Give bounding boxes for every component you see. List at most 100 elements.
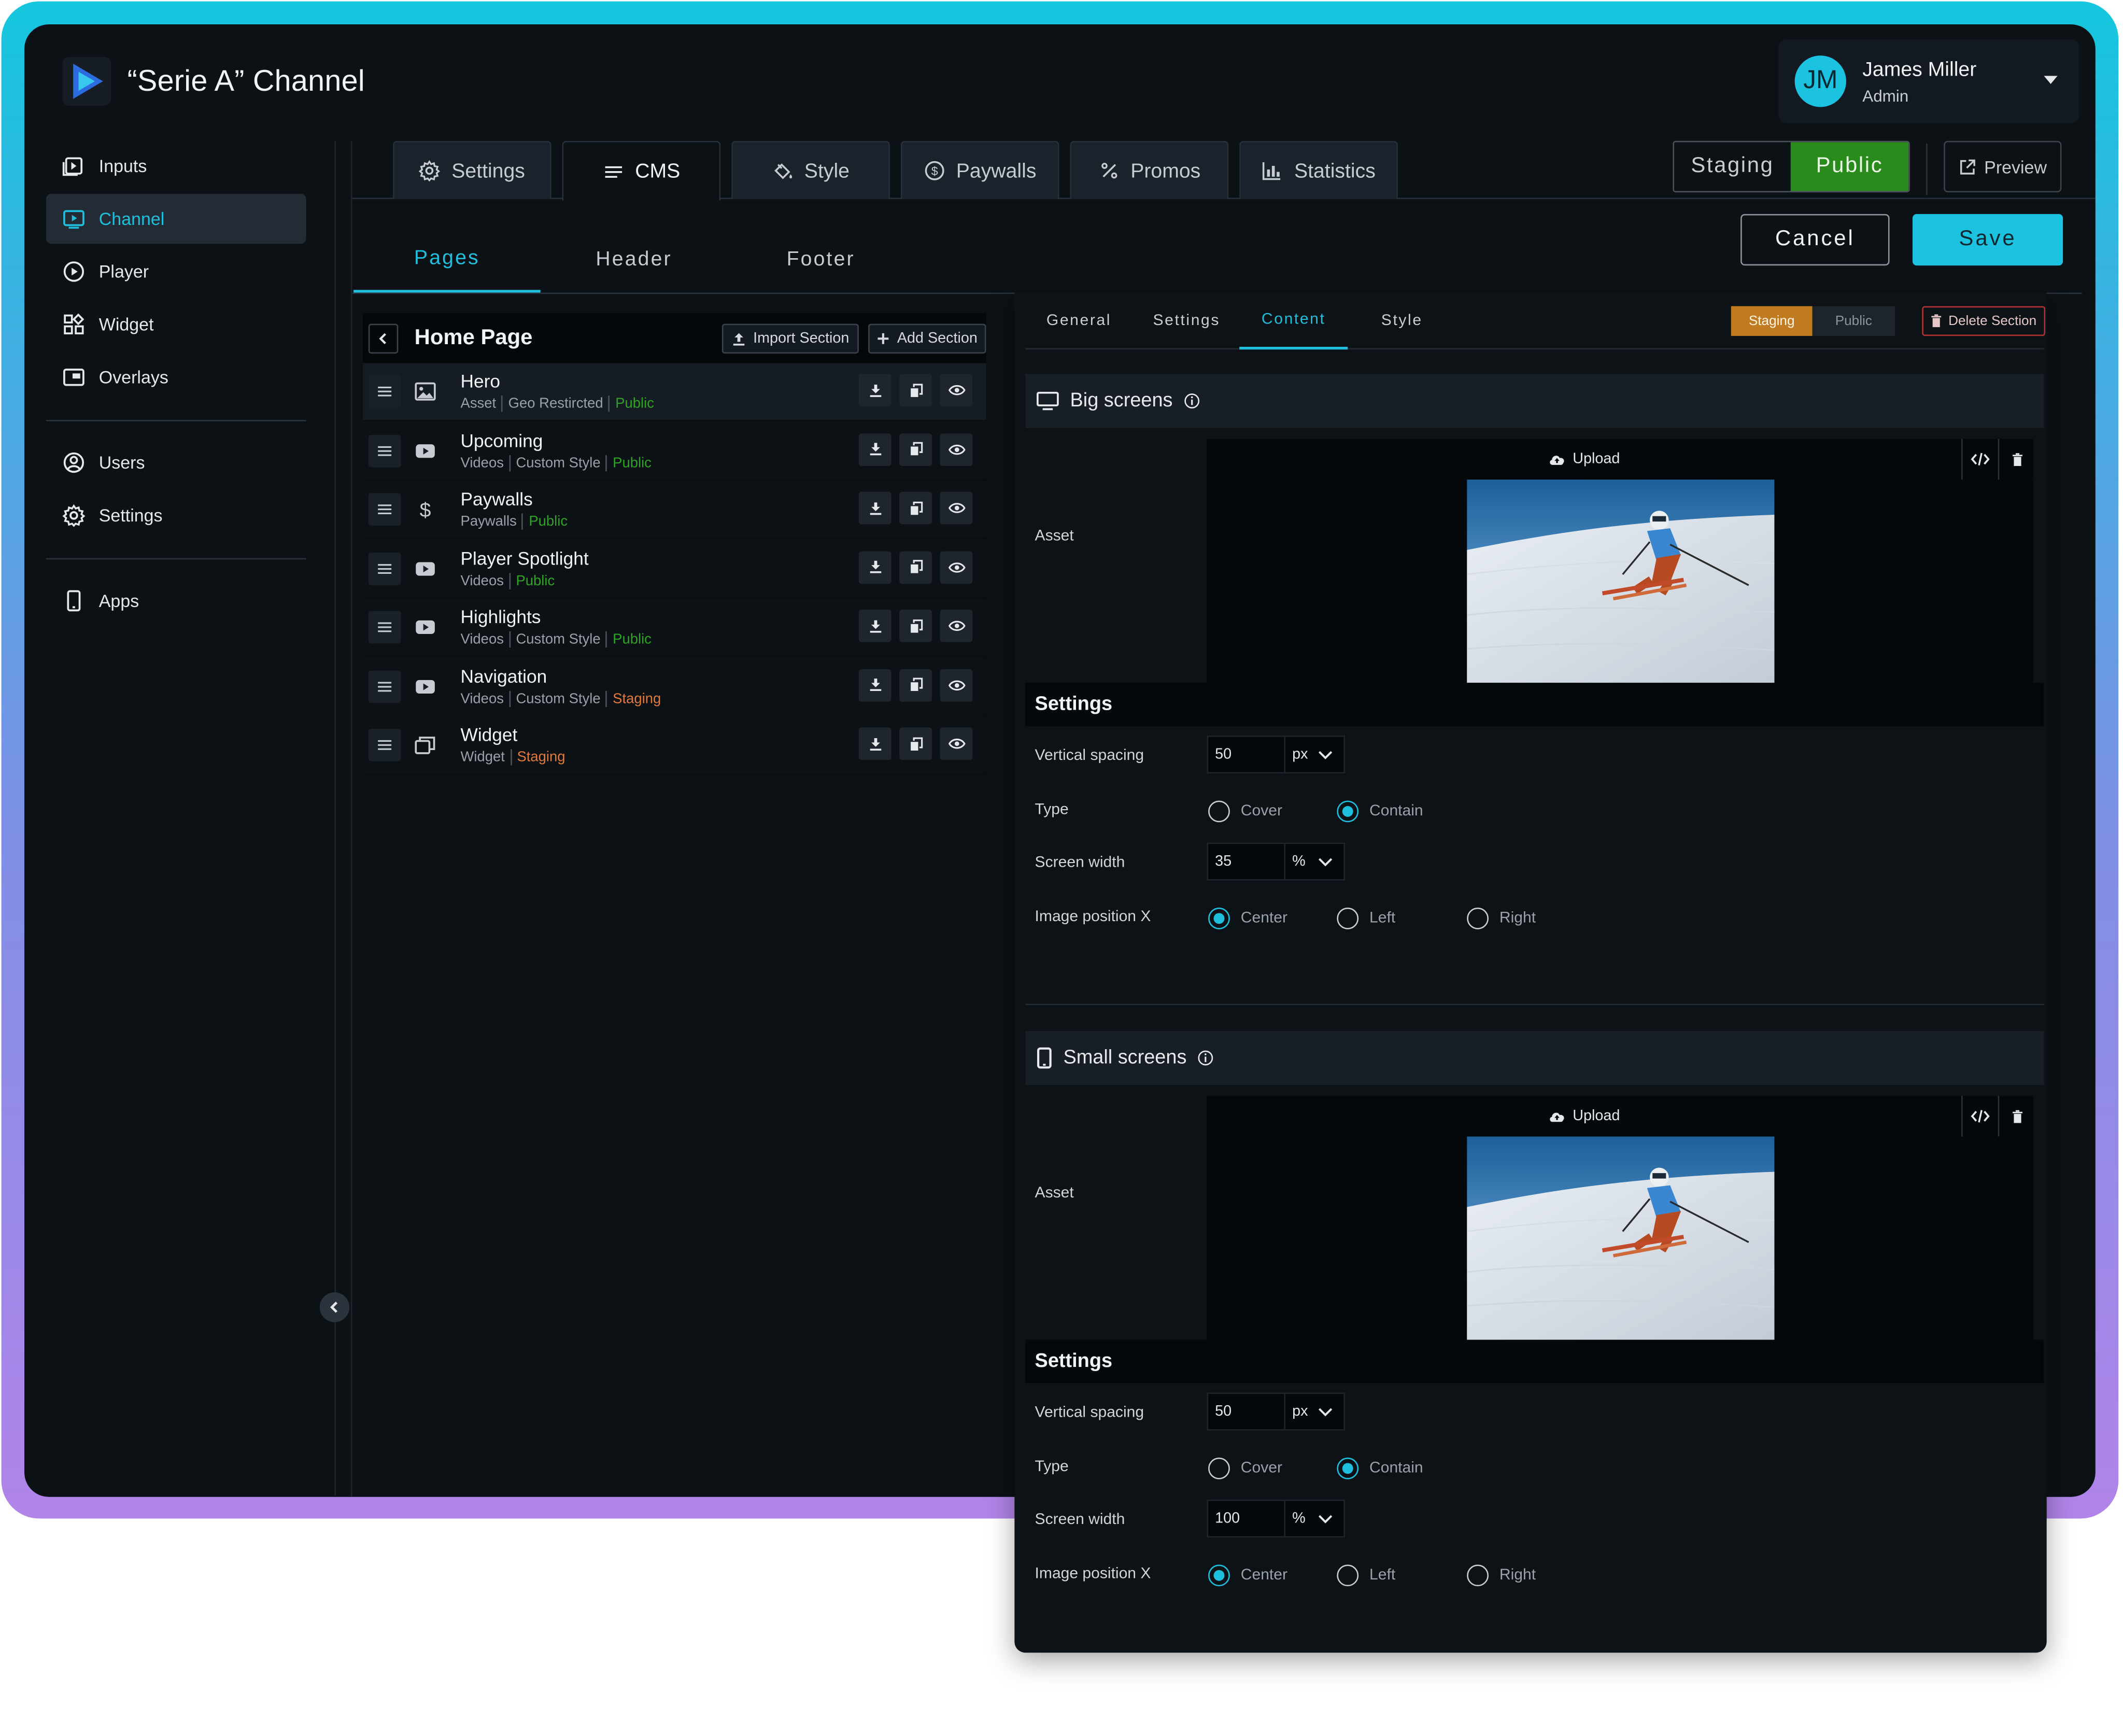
unit-select[interactable]: % (1284, 844, 1343, 880)
eye-icon[interactable] (940, 551, 973, 584)
vertical-spacing-value[interactable]: 50 (1208, 1403, 1284, 1419)
drag-handle-icon[interactable] (368, 493, 401, 526)
type-option-contain[interactable]: Contain (1337, 800, 1423, 823)
sidebar-item-apps[interactable]: Apps (46, 576, 306, 626)
public-toggle-option[interactable]: Public (1790, 142, 1909, 191)
duplicate-icon[interactable] (899, 432, 932, 465)
unit-select[interactable]: % (1284, 1501, 1343, 1536)
upload-button[interactable]: Upload (1207, 439, 1961, 479)
section-row[interactable]: Player Spotlight Videos Public (363, 540, 986, 598)
tab-promos[interactable]: Promos (1070, 140, 1229, 200)
drag-handle-icon[interactable] (368, 728, 401, 761)
download-icon[interactable] (858, 432, 891, 465)
duplicate-icon[interactable] (899, 727, 932, 760)
public-toggle-option[interactable]: Public (1812, 306, 1895, 336)
environment-toggle[interactable]: Staging Public (1673, 140, 1910, 193)
download-icon[interactable] (858, 374, 891, 406)
vertical-spacing-value[interactable]: 50 (1208, 746, 1284, 763)
screen-width-value[interactable]: 35 (1208, 853, 1284, 869)
editor-tab-settings[interactable]: Settings (1133, 292, 1241, 349)
drag-handle-icon[interactable] (368, 611, 401, 644)
image-position-option-right[interactable]: Right (1467, 907, 1536, 929)
editor-tab-general[interactable]: General (1025, 292, 1132, 349)
drag-handle-icon[interactable] (368, 670, 401, 702)
download-icon[interactable] (858, 609, 891, 642)
eye-icon[interactable] (940, 609, 973, 642)
image-position-option-right[interactable]: Right (1467, 1564, 1536, 1587)
editor-tab-style[interactable]: Style (1348, 292, 1456, 349)
section-row[interactable]: Hero Asset Geo Restircted Public (363, 363, 986, 421)
duplicate-icon[interactable] (899, 668, 932, 701)
staging-toggle-option[interactable]: Staging (1674, 142, 1791, 191)
section-row[interactable]: Widget Widget Staging (363, 716, 986, 775)
section-row[interactable]: $ Paywalls Paywalls Public (363, 481, 986, 540)
image-position-option-left[interactable]: Left (1337, 1564, 1395, 1587)
duplicate-icon[interactable] (899, 491, 932, 525)
staging-toggle-option[interactable]: Staging (1731, 306, 1813, 336)
import-section-button[interactable]: Import Section (721, 323, 859, 354)
tab-cms[interactable]: CMS (562, 140, 721, 201)
delete-section-button[interactable]: Delete Section (1922, 306, 2046, 336)
drag-handle-icon[interactable] (368, 434, 401, 467)
section-environment-toggle[interactable]: Staging Public (1731, 306, 1895, 336)
duplicate-icon[interactable] (899, 551, 932, 584)
image-position-option-left[interactable]: Left (1337, 907, 1396, 929)
drag-handle-icon[interactable] (368, 375, 401, 408)
user-menu[interactable]: JM James Miller Admin (1778, 39, 2079, 123)
sidebar-item-settings[interactable]: Settings (46, 490, 306, 541)
duplicate-icon[interactable] (899, 374, 932, 406)
unit-select[interactable]: px (1284, 737, 1343, 772)
section-row[interactable]: Upcoming Videos Custom Style Public (363, 422, 986, 481)
download-icon[interactable] (858, 668, 891, 701)
vertical-spacing-input[interactable]: 50 px (1207, 1392, 1346, 1431)
type-option-cover[interactable]: Cover (1208, 1457, 1282, 1479)
type-option-cover[interactable]: Cover (1208, 800, 1282, 823)
tab-paywalls[interactable]: $ Paywalls (900, 140, 1059, 200)
eye-icon[interactable] (940, 374, 973, 406)
add-section-button[interactable]: Add Section (868, 323, 986, 354)
section-row[interactable]: Navigation Videos Custom Style Staging (363, 658, 986, 716)
eye-icon[interactable] (940, 432, 973, 465)
sidebar-item-inputs[interactable]: Inputs (46, 141, 306, 191)
eye-icon[interactable] (940, 668, 973, 701)
download-icon[interactable] (858, 491, 891, 525)
tab-settings[interactable]: Settings (392, 140, 551, 200)
collapse-sidebar-button[interactable] (319, 1292, 350, 1322)
download-icon[interactable] (858, 727, 891, 760)
upload-button[interactable]: Upload (1207, 1096, 1961, 1136)
back-button[interactable] (368, 323, 399, 353)
type-option-contain[interactable]: Contain (1337, 1457, 1423, 1479)
embed-code-icon[interactable] (1961, 1096, 1998, 1137)
subtab-footer[interactable]: Footer (727, 225, 914, 293)
subtab-header[interactable]: Header (541, 225, 728, 293)
tab-style[interactable]: Style (731, 140, 890, 200)
duplicate-icon[interactable] (899, 609, 932, 642)
screen-width-input[interactable]: 35% (1207, 842, 1346, 881)
image-position-option-center[interactable]: Center (1208, 907, 1287, 929)
eye-icon[interactable] (940, 491, 973, 525)
editor-tab-content[interactable]: Content (1239, 292, 1348, 350)
section-row[interactable]: Highlights Videos Custom Style Public (363, 599, 986, 657)
cancel-button[interactable]: Cancel (1740, 214, 1890, 266)
sidebar-item-player[interactable]: Player (46, 247, 306, 297)
trash-icon[interactable] (1998, 439, 2035, 480)
tab-statistics[interactable]: Statistics (1239, 140, 1398, 200)
trash-icon[interactable] (1998, 1096, 2035, 1137)
embed-code-icon[interactable] (1961, 439, 1998, 480)
radio-label: Left (1369, 910, 1396, 927)
unit-select[interactable]: px (1284, 1394, 1343, 1430)
sidebar-item-users[interactable]: Users (46, 437, 306, 488)
screen-width-input[interactable]: 100% (1207, 1499, 1346, 1538)
save-button[interactable]: Save (1912, 214, 2063, 266)
eye-icon[interactable] (940, 727, 973, 760)
sidebar-item-overlays[interactable]: Overlays (46, 352, 306, 402)
preview-button[interactable]: Preview (1944, 140, 2062, 193)
sidebar-item-channel[interactable]: Channel (46, 193, 306, 244)
screen-width-value[interactable]: 100 (1208, 1511, 1284, 1527)
vertical-spacing-input[interactable]: 50 px (1207, 736, 1346, 774)
download-icon[interactable] (858, 551, 891, 584)
sidebar-item-widget[interactable]: Widget (46, 300, 306, 350)
drag-handle-icon[interactable] (368, 552, 401, 585)
image-position-option-center[interactable]: Center (1208, 1564, 1287, 1587)
subtab-pages[interactable]: Pages (353, 225, 541, 293)
